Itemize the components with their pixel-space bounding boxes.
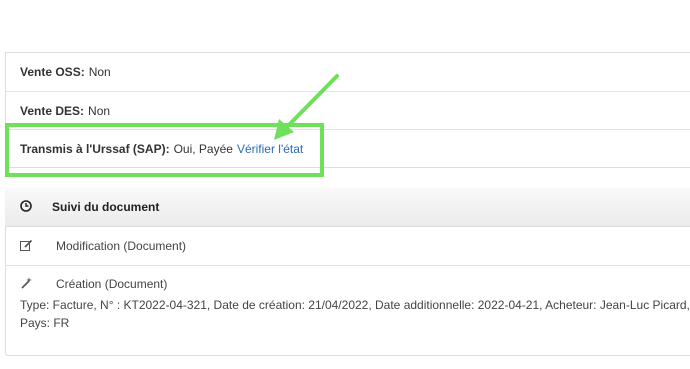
annotation-arrow-icon xyxy=(274,74,339,140)
vente-des-value: Non xyxy=(88,103,111,118)
vente-oss-label: Vente OSS: xyxy=(20,65,85,79)
vente-oss-value: Non xyxy=(88,65,111,79)
history-entry: Modification (Document) xyxy=(5,238,690,254)
divider xyxy=(5,265,690,266)
vente-des-label: Vente DES: xyxy=(20,103,85,118)
history-detail-line: Pays: FR xyxy=(20,316,70,330)
pencil-icon xyxy=(20,239,34,254)
history-detail-line: Type: Facture, N° : KT2022-04-321, Date … xyxy=(20,298,690,312)
suivi-title: Suivi du document xyxy=(52,200,160,214)
wand-icon xyxy=(20,276,34,292)
history-entry: Création (Document) xyxy=(5,276,690,292)
history-entry-detail: Type: Facture, N° : KT2022-04-321, Date … xyxy=(5,292,690,332)
clock-icon xyxy=(19,199,33,215)
history-entry-title: Création (Document) xyxy=(56,277,168,291)
history-entry-title: Modification (Document) xyxy=(56,239,187,253)
suivi-header: Suivi du document xyxy=(5,188,690,227)
